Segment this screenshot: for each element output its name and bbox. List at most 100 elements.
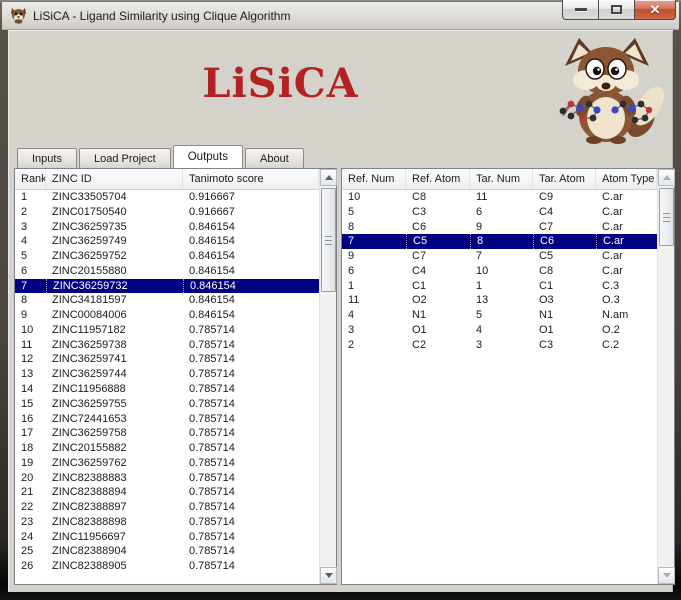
cell: 16 xyxy=(15,412,46,427)
table-row[interactable]: 14ZINC119568880.785714 xyxy=(15,382,319,397)
table-row[interactable]: 5ZINC362597520.846154 xyxy=(15,249,319,264)
table-row[interactable]: 6C410C8C.ar xyxy=(342,264,657,279)
column-header[interactable]: Tar. Num xyxy=(470,169,533,189)
table-row[interactable]: 19ZINC362597620.785714 xyxy=(15,456,319,471)
table-row[interactable]: 6ZINC201558800.846154 xyxy=(15,264,319,279)
tab-inputs[interactable]: Inputs xyxy=(17,148,77,168)
cell: ZINC36259732 xyxy=(46,279,183,294)
table-row-selected[interactable]: 7ZINC362597320.846154 xyxy=(15,279,319,294)
table-row[interactable]: 23ZINC823888980.785714 xyxy=(15,515,319,530)
table-row[interactable]: 13ZINC362597440.785714 xyxy=(15,367,319,382)
table-row[interactable]: 18ZINC201558820.785714 xyxy=(15,441,319,456)
table-row[interactable]: 17ZINC362597580.785714 xyxy=(15,426,319,441)
column-header[interactable]: Rank xyxy=(15,169,46,189)
cell: 22 xyxy=(15,500,46,515)
window-controls: ✕ xyxy=(562,0,676,20)
table-row[interactable]: 11ZINC362597380.785714 xyxy=(15,338,319,353)
cell: 0.785714 xyxy=(183,500,319,515)
table-row[interactable]: 2ZINC017505400.916667 xyxy=(15,205,319,220)
cell: 5 xyxy=(470,308,533,323)
cell: 0.846154 xyxy=(183,220,319,235)
table-row[interactable]: 15ZINC362597550.785714 xyxy=(15,397,319,412)
tab-about[interactable]: About xyxy=(245,148,304,168)
table-row[interactable]: 3ZINC362597350.846154 xyxy=(15,220,319,235)
table-row[interactable]: 3O14O1O.2 xyxy=(342,323,657,338)
cell: C.ar xyxy=(596,264,657,279)
column-header[interactable]: Tanimoto score xyxy=(183,169,319,189)
column-header[interactable]: Tar. Atom xyxy=(533,169,596,189)
table-row[interactable]: 10C811C9C.ar xyxy=(342,190,657,205)
table-row[interactable]: 2C23C3C.2 xyxy=(342,338,657,353)
column-header[interactable]: Atom Type xyxy=(596,169,657,189)
table-row[interactable]: 11O213O3O.3 xyxy=(342,293,657,308)
cell: 11 xyxy=(342,293,406,308)
cell: 0.846154 xyxy=(183,308,319,323)
table-row[interactable]: 24ZINC119566970.785714 xyxy=(15,530,319,545)
scrollbar-thumb[interactable] xyxy=(321,188,336,292)
column-header[interactable]: ZINC ID xyxy=(46,169,183,189)
table-row[interactable]: 4N15N1N.am xyxy=(342,308,657,323)
title-bar[interactable]: LiSiCA - Ligand Similarity using Clique … xyxy=(2,2,679,30)
cell: 18 xyxy=(15,441,46,456)
table-row[interactable]: 22ZINC823888970.785714 xyxy=(15,500,319,515)
cell: ZINC82388905 xyxy=(46,559,183,574)
cell: O.2 xyxy=(596,323,657,338)
table-row[interactable]: 26ZINC823889050.785714 xyxy=(15,559,319,574)
tab-outputs[interactable]: Outputs xyxy=(173,145,243,168)
atom-vertical-scrollbar[interactable] xyxy=(657,169,674,584)
close-button[interactable]: ✕ xyxy=(634,0,676,20)
scroll-down-arrow-icon xyxy=(663,573,671,578)
table-row[interactable]: 8C69C7C.ar xyxy=(342,220,657,235)
scroll-up-button[interactable] xyxy=(658,169,675,186)
table-row[interactable]: 9ZINC000840060.846154 xyxy=(15,308,319,323)
cell: O1 xyxy=(406,323,470,338)
table-row[interactable]: 5C36C4C.ar xyxy=(342,205,657,220)
scroll-up-arrow-icon xyxy=(325,175,333,180)
window-title: LiSiCA - Ligand Similarity using Clique … xyxy=(33,9,290,23)
cell: 0.916667 xyxy=(183,205,319,220)
column-header[interactable]: Ref. Atom xyxy=(406,169,470,189)
cell: 3 xyxy=(470,338,533,353)
column-header[interactable]: Ref. Num xyxy=(342,169,406,189)
cell: 8 xyxy=(15,293,46,308)
cell: C4 xyxy=(533,205,596,220)
cell: 4 xyxy=(470,323,533,338)
table-row[interactable]: 4ZINC362597490.846154 xyxy=(15,234,319,249)
scrollbar-thumb[interactable] xyxy=(659,188,674,246)
scroll-down-button[interactable] xyxy=(658,567,675,584)
table-row[interactable]: 1ZINC335057040.916667 xyxy=(15,190,319,205)
cell: 20 xyxy=(15,471,46,486)
cell: ZINC36259749 xyxy=(46,234,183,249)
cell: 0.785714 xyxy=(183,382,319,397)
table-row[interactable]: 20ZINC823888830.785714 xyxy=(15,471,319,486)
table-row[interactable]: 8ZINC341815970.846154 xyxy=(15,293,319,308)
cell: O2 xyxy=(406,293,470,308)
table-row[interactable]: 10ZINC119571820.785714 xyxy=(15,323,319,338)
cell: 10 xyxy=(342,190,406,205)
scroll-up-button[interactable] xyxy=(320,169,337,186)
results-vertical-scrollbar[interactable] xyxy=(319,169,336,584)
table-row[interactable]: 16ZINC724416530.785714 xyxy=(15,411,319,426)
cell: ZINC20155882 xyxy=(46,441,183,456)
cell: 0.785714 xyxy=(183,352,319,367)
table-row[interactable]: 12ZINC362597410.785714 xyxy=(15,352,319,367)
cell: O3 xyxy=(533,293,596,308)
minimize-button[interactable] xyxy=(562,0,598,20)
maximize-button[interactable] xyxy=(598,0,634,20)
cell: 0.846154 xyxy=(183,234,319,249)
cell: ZINC36259744 xyxy=(46,367,183,382)
table-row[interactable]: 21ZINC823888940.785714 xyxy=(15,485,319,500)
table-row[interactable]: 9C77C5C.ar xyxy=(342,249,657,264)
cell: C.ar xyxy=(596,220,657,235)
cell: 0.846154 xyxy=(183,249,319,264)
scroll-down-button[interactable] xyxy=(320,567,337,584)
table-row[interactable]: 1C11C1C.3 xyxy=(342,279,657,294)
cell: 0.785714 xyxy=(183,485,319,500)
cell: ZINC82388883 xyxy=(46,471,183,486)
table-row[interactable]: 25ZINC823889040.785714 xyxy=(15,544,319,559)
table-row-selected[interactable]: 7C58C6C.ar xyxy=(342,234,657,249)
cell: C7 xyxy=(406,249,470,264)
cell: 11 xyxy=(470,190,533,205)
tab-load-project[interactable]: Load Project xyxy=(79,148,171,168)
cell: ZINC82388897 xyxy=(46,500,183,515)
